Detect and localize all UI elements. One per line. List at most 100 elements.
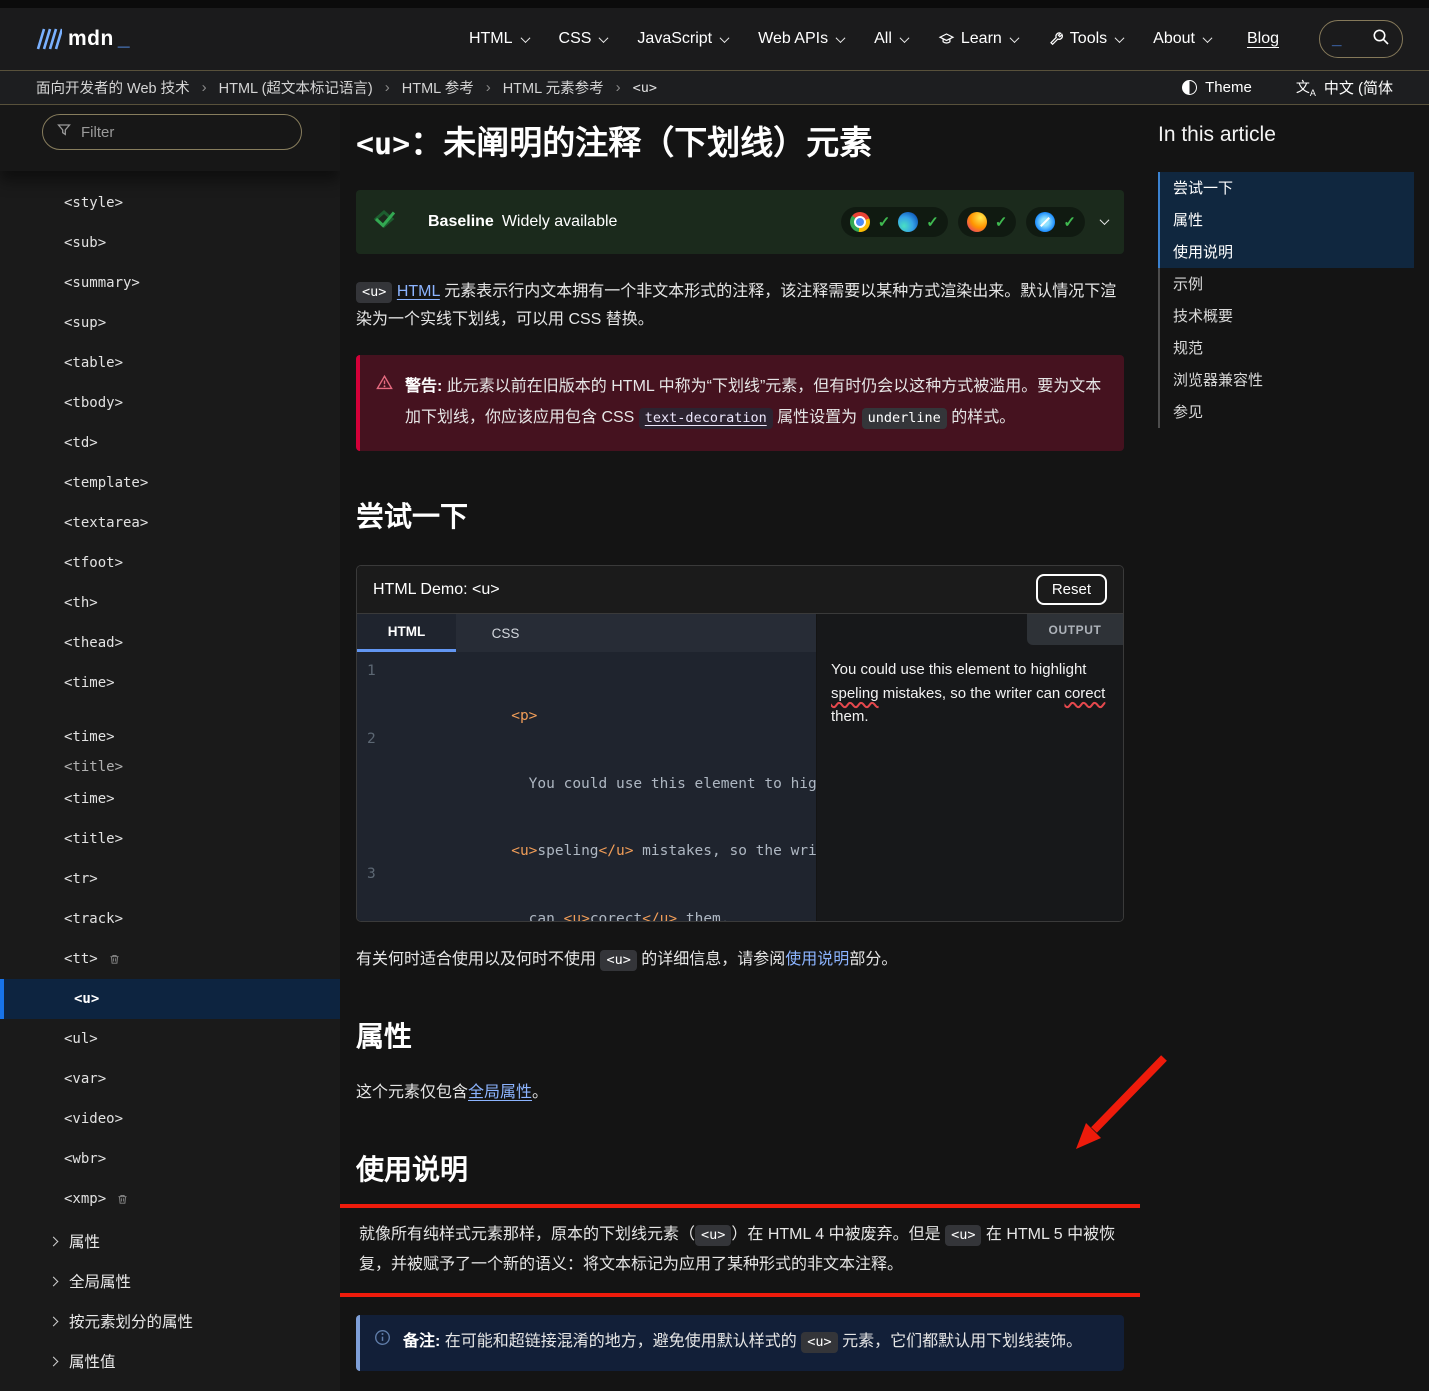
sidebar-item[interactable]: <track> [0,899,340,939]
breadcrumb-item[interactable]: 面向开发者的 Web 技术 [36,77,190,98]
nav-item-javascript[interactable]: JavaScript [637,30,728,48]
toc-item[interactable]: 参见 [1158,396,1414,428]
check-icon: ✓ [878,213,891,231]
in-this-article: In this article 尝试一下 属性 使用说明 示例 技术概要 规范 … [1158,123,1414,428]
sidebar-item[interactable]: <summary> [0,263,340,303]
breadcrumb-separator: › [202,79,207,96]
sidebar-item[interactable]: <textarea> [0,503,340,543]
theme-toggle-button[interactable]: Theme [1182,79,1252,96]
baseline-status: Widely available [502,213,618,231]
toc-item[interactable]: 浏览器兼容性 [1158,364,1414,396]
tab-css[interactable]: CSS [456,614,555,652]
sidebar-item[interactable]: <tt> [0,939,340,979]
sidebar-item[interactable]: <sub> [0,223,340,263]
sidebar-item[interactable]: <table> [0,343,340,383]
search-input[interactable]: _ [1319,20,1403,58]
html-link[interactable]: HTML [397,283,440,300]
nav-item-html[interactable]: HTML [469,30,529,48]
chevron-right-icon [49,1236,59,1246]
sidebar-item[interactable]: <td> [0,423,340,463]
sidebar-item[interactable]: <time> [0,663,340,703]
line-number: 3 [367,863,389,923]
code-line: <u>speling</u> mistakes, so the writer [367,795,816,862]
sidebar-section-toggle[interactable]: 属性值 [0,1341,340,1381]
sidebar-item[interactable]: <title> [0,757,340,779]
sidebar-item[interactable]: <video> [0,1099,340,1139]
breadcrumb-separator: › [616,79,621,96]
search-icon [1372,28,1390,51]
output-tab[interactable]: OUTPUT [1027,614,1123,645]
code-line: 2 You could use this element to highligh… [367,728,816,795]
u-inline-code: <u> [695,1225,731,1246]
sidebar-section-toggle[interactable]: 全局属性 [0,1261,340,1301]
sidebar-item[interactable]: <u> [0,979,340,1019]
note-callout: 备注: 在可能和超链接混淆的地方，避免使用默认样式的 <u> 元素，它们都默认用… [356,1315,1124,1371]
attributes-heading: 属性 [356,1015,1124,1055]
toc-item[interactable]: 属性 [1158,204,1414,236]
breadcrumb-separator: › [486,79,491,96]
after-demo-paragraph: 有关何时适合使用以及何时不使用 <u> 的详细信息，请参阅使用说明部分。 [356,946,1124,975]
toc-item[interactable]: 示例 [1158,268,1414,300]
nav-item-about[interactable]: About [1153,30,1211,48]
check-icon: ✓ [926,213,939,231]
nav-item-all[interactable]: All [874,30,908,48]
sidebar-item[interactable]: <var> [0,1059,340,1099]
sidebar-item[interactable]: <wbr> [0,1139,340,1179]
mdn-docs-page: { "topnav": { "logo_text": "mdn", "items… [0,0,1429,1391]
tab-html[interactable]: HTML [357,614,456,652]
toc-item[interactable]: 规范 [1158,332,1414,364]
sidebar-item[interactable]: <template> [0,463,340,503]
breadcrumb-item[interactable]: HTML 元素参考 [503,77,604,98]
toc-item[interactable]: 尝试一下 [1158,172,1414,204]
funnel-icon [56,122,72,143]
chevron-down-icon [1115,33,1125,43]
text-decoration-link[interactable]: text-decoration [639,408,773,429]
breadcrumb-item[interactable]: HTML (超文本标记语言) [219,77,373,98]
sidebar-item[interactable]: <title> [0,819,340,859]
filter-input[interactable] [81,124,288,141]
global-attributes-link[interactable]: 全局属性 [468,1084,532,1101]
toc-item[interactable]: 技术概要 [1158,300,1414,332]
breadcrumb-item[interactable]: HTML 参考 [402,77,474,98]
sidebar-item[interactable]: <tr> [0,859,340,899]
code-editor[interactable]: 1 <p> 2 You could use this element to hi… [357,652,816,921]
sidebar-item[interactable]: <ul> [0,1019,340,1059]
sidebar-item[interactable]: <tfoot> [0,543,340,583]
nav-item-css[interactable]: CSS [559,30,608,48]
chevron-down-icon [720,33,730,43]
chevron-down-icon[interactable] [1100,215,1110,225]
reset-button[interactable]: Reset [1036,574,1107,605]
sidebar-item[interactable]: <sup> [0,303,340,343]
sidebar-section-toggle[interactable]: 按元素划分的属性 [0,1301,340,1341]
baseline-label: Baseline [428,213,494,231]
sidebar-item[interactable]: <style> [0,183,340,223]
chevron-down-icon [836,33,846,43]
chevron-down-icon [520,33,530,43]
sidebar-item[interactable]: <time> [0,779,340,819]
sidebar-item[interactable]: <tbody> [0,383,340,423]
mdn-logo[interactable]: mdn _ [36,27,130,51]
sidebar-section-toggle[interactable]: 属性 [0,1221,340,1261]
sidebar-item[interactable]: <thead> [0,623,340,663]
nav-item-blog[interactable]: Blog [1247,30,1279,48]
warning-icon [376,371,393,433]
chrome-icon [850,212,870,232]
nav-item-learn[interactable]: Learn [938,30,1018,48]
code-line: 3 can <u>corect</u> them. [367,863,816,923]
nav-item-web-apis[interactable]: Web APIs [758,30,844,48]
browser-support-firefox: ✓ [958,207,1017,237]
usage-notes-paragraph: 就像所有纯样式元素那样，原本的下划线元素（<u>）在 HTML 4 中被废弃。但… [359,1220,1120,1281]
language-switcher-button[interactable]: 文A 中文 (简体 [1296,77,1393,98]
demo-output-panel: OUTPUT You could use this element to hig… [817,614,1123,921]
sidebar-filter[interactable] [42,114,302,150]
translate-icon: 文A [1296,77,1316,98]
baseline-banner: Baseline Widely available ✓ ✓ ✓ ✓ [356,190,1124,254]
breadcrumb-current: <u> [633,80,657,96]
sidebar-item[interactable]: <xmp> [0,1179,340,1219]
nav-item-tools[interactable]: Tools [1048,30,1123,48]
toc-heading: In this article [1158,123,1414,147]
usage-notes-link[interactable]: 使用说明 [785,951,849,968]
sidebar-item[interactable]: <time> [0,717,340,757]
sidebar-item[interactable]: <th> [0,583,340,623]
toc-item[interactable]: 使用说明 [1158,236,1414,268]
